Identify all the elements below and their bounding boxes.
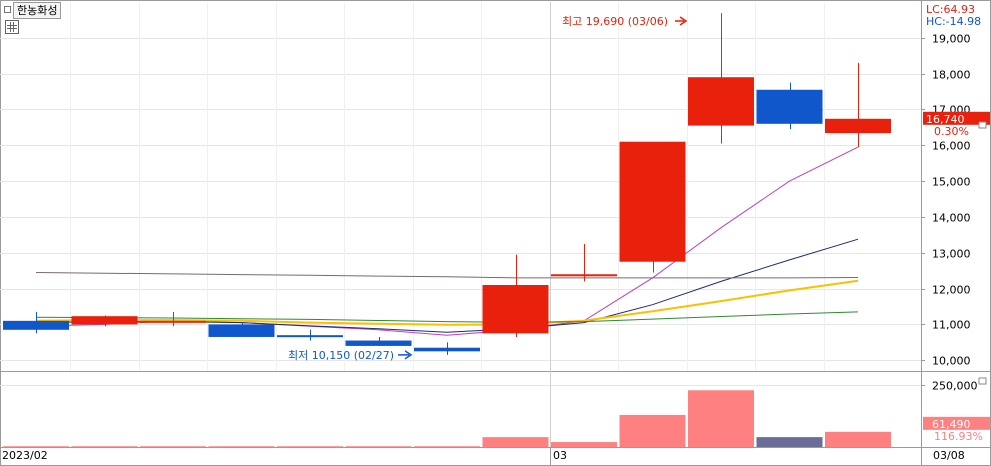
high-arrow-icon (675, 16, 688, 26)
chart-window: 한농화성 10,000 11,000 12,000 13,000 14,000 15,00… (0, 0, 991, 466)
candle-body (825, 118, 891, 134)
y-tick-label: 18,000 (932, 69, 971, 82)
hc-indicator: HC:-14.98 (926, 15, 981, 28)
candlestick-chart: 10,000 11,000 12,000 13,000 14,000 15,000 16,0… (0, 0, 991, 466)
ma-line-ma5 (35, 146, 859, 336)
volume-ratio-label: 116.93% (934, 430, 983, 443)
candle-body (140, 320, 206, 323)
low-annotation: 최저 10,150 (02/27) (288, 349, 394, 362)
volume-bar (756, 437, 823, 447)
volume-bar (414, 446, 480, 448)
x-label-start: 2023/02 (2, 449, 48, 462)
volume-bar (140, 446, 206, 448)
candle-body (482, 285, 549, 334)
volume-bar (551, 442, 617, 447)
volume-bar (825, 431, 891, 447)
volume-bar (277, 446, 343, 448)
candle-body (551, 274, 617, 277)
candle-body (208, 324, 275, 337)
volume-bar (71, 446, 138, 448)
x-label-month: 03 (553, 449, 567, 462)
candle-body (3, 320, 69, 330)
price-scroll-handle (978, 121, 987, 129)
y-tick-label: 15,000 (932, 176, 971, 189)
volume-bar (688, 390, 754, 447)
volume-scroll-handle (978, 377, 987, 385)
outer-frame (0, 0, 991, 466)
y-tick-label: 19,000 (932, 33, 971, 46)
candle-body (71, 316, 138, 325)
volume-bar (345, 446, 412, 448)
candle-body (756, 89, 823, 124)
volume-tick-label: 250,000 (932, 380, 978, 393)
y-tick-label: 12,000 (932, 284, 971, 297)
volume-bar (3, 446, 69, 448)
y-tick-label: 14,000 (932, 212, 971, 225)
candle-body (414, 347, 480, 352)
volume-bar (619, 414, 686, 447)
candle-body (619, 141, 686, 262)
y-tick-label: 13,000 (932, 248, 971, 261)
y-tick-label: 11,000 (932, 319, 971, 332)
y-tick-label: 10,000 (932, 355, 971, 368)
y-tick-label: 16,000 (932, 140, 971, 153)
candle-body (688, 77, 754, 126)
low-arrow-icon (398, 350, 413, 360)
high-annotation: 최고 19,690 (03/06) (562, 15, 668, 28)
volume-bar (208, 446, 275, 448)
candle-body (345, 340, 412, 346)
volume-bar (482, 437, 549, 447)
x-label-end: 03/08 (933, 449, 965, 462)
current-change-label: 0.30% (934, 125, 969, 138)
candle-body (277, 335, 343, 338)
